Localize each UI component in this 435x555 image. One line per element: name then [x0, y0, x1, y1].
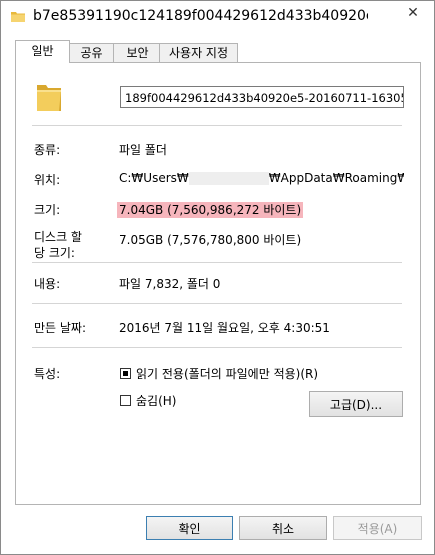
location-suffix: ₩AppData₩Roaming₩Appl	[268, 171, 404, 185]
location-prefix: C:₩Users₩	[119, 171, 189, 185]
readonly-checkbox[interactable]	[120, 368, 131, 379]
folder-name-input[interactable]: 189f004429612d433b40920e5-20160711-16305…	[120, 86, 404, 108]
size-label: 크기:	[34, 203, 61, 217]
location-label: 위치:	[34, 173, 61, 187]
apply-button[interactable]: 적용(A)	[333, 516, 422, 540]
folder-icon	[11, 12, 25, 22]
close-button[interactable]: ✕	[395, 1, 431, 25]
tab-security[interactable]: 보안	[113, 43, 162, 62]
disk-size-label: 디스크 할 당 크기:	[34, 229, 82, 261]
size-value-text: 7.04GB (7,560,986,272 바이트)	[117, 202, 304, 218]
contents-label: 내용:	[34, 277, 61, 291]
window-title: b7e85391190c124189f004429612d433b40920e5…	[33, 8, 368, 24]
separator	[32, 347, 402, 348]
ok-button[interactable]: 확인	[146, 516, 233, 540]
created-label: 만든 날짜:	[34, 321, 87, 335]
hidden-checkbox[interactable]	[120, 395, 131, 406]
disk-size-label-line2: 당 크기:	[34, 246, 75, 260]
advanced-button[interactable]: 고급(D)...	[309, 391, 403, 417]
cancel-button[interactable]: 취소	[239, 516, 327, 540]
tab-general[interactable]: 일반	[15, 40, 70, 63]
type-label: 종류:	[34, 143, 61, 157]
size-value: 7.04GB (7,560,986,272 바이트)	[117, 201, 304, 218]
disk-size-label-line1: 디스크 할	[34, 230, 82, 244]
properties-window: b7e85391190c124189f004429612d433b40920e5…	[0, 0, 435, 555]
general-panel: 189f004429612d433b40920e5-20160711-16305…	[15, 62, 421, 505]
contents-value: 파일 7,832, 폴더 0	[119, 277, 221, 291]
close-icon: ✕	[407, 5, 419, 21]
disk-size-value: 7.05GB (7,576,780,800 바이트)	[119, 233, 302, 247]
separator	[32, 125, 402, 126]
tab-customize[interactable]: 사용자 지정	[159, 43, 238, 62]
created-value: 2016년 7월 11일 월요일, 오후 4:30:51	[119, 321, 330, 335]
location-value: C:₩Users₩ ₩AppData₩Roaming₩Appl	[119, 171, 404, 185]
large-folder-icon	[37, 85, 61, 111]
title-bar[interactable]: b7e85391190c124189f004429612d433b40920e5…	[1, 1, 434, 33]
redacted-username	[188, 172, 269, 185]
separator	[32, 262, 402, 263]
hidden-label[interactable]: 숨김(H)	[136, 392, 176, 409]
readonly-label[interactable]: 읽기 전용(폴더의 파일에만 적용)(R)	[136, 365, 318, 382]
tab-sharing[interactable]: 공유	[67, 43, 116, 62]
type-value: 파일 폴더	[119, 143, 167, 157]
attributes-label: 특성:	[34, 367, 61, 381]
separator	[32, 303, 402, 304]
